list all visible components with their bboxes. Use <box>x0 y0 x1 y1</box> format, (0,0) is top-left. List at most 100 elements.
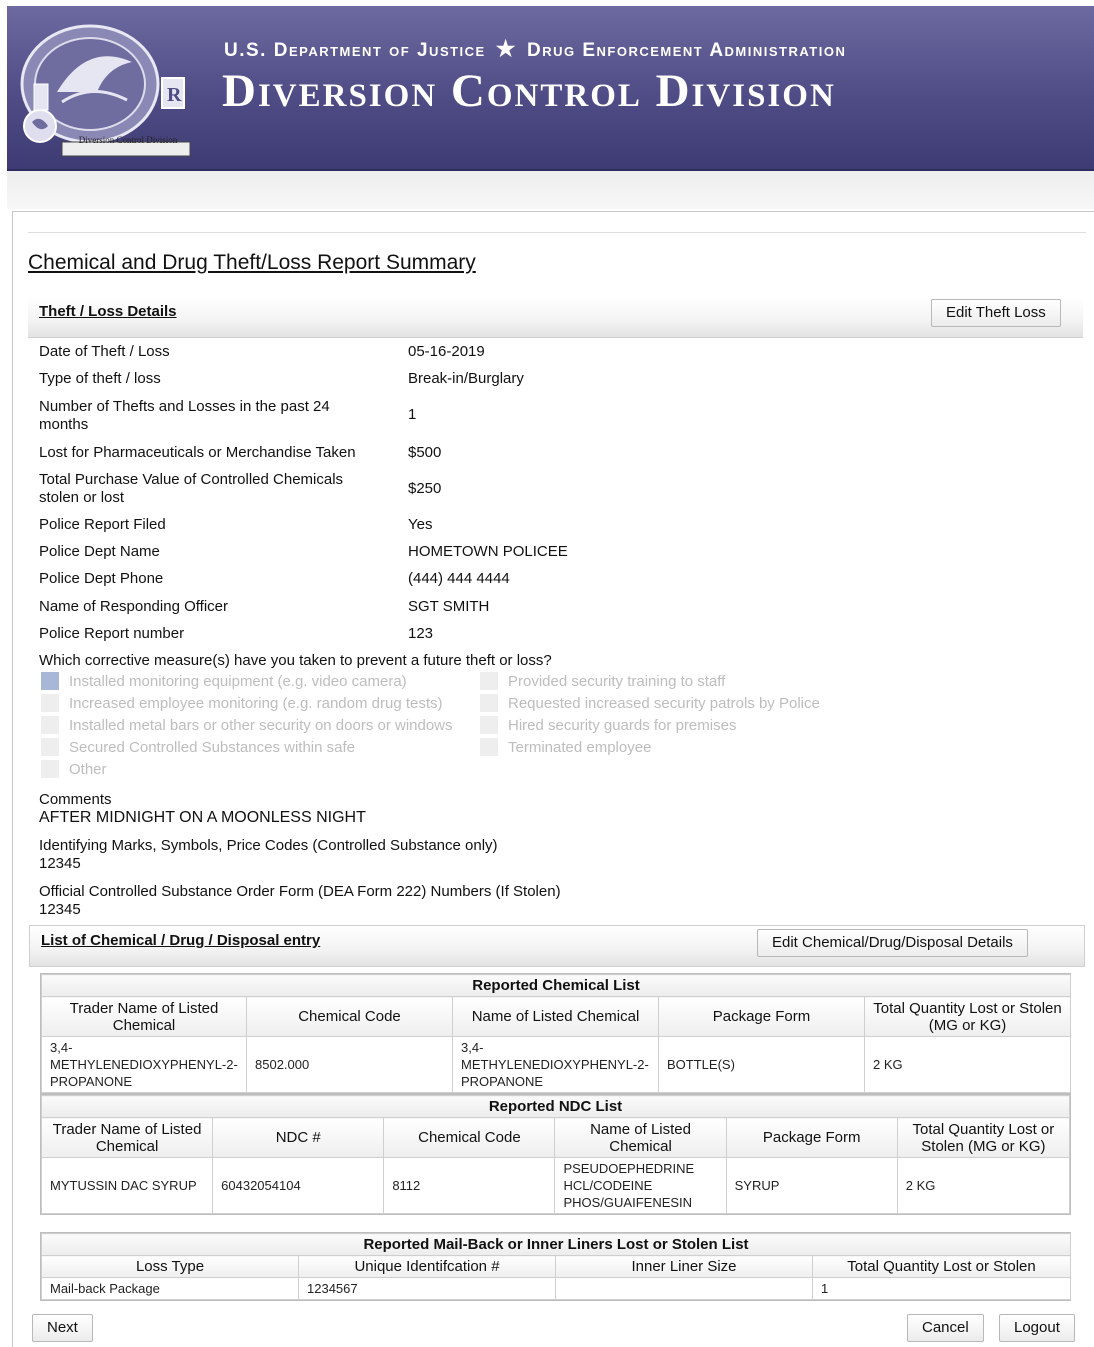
column-header: Inner Liner Size <box>555 1255 813 1278</box>
field-label-lost-pharma: Lost for Pharmaceuticals or Merchandise … <box>39 444 356 461</box>
edit-theft-loss-button[interactable]: Edit Theft Loss <box>931 299 1061 327</box>
table-cell: 2 KG <box>863 1036 1072 1093</box>
sub-agency-name: Drug Enforcement Administration <box>526 40 847 61</box>
column-header: Package Form <box>658 996 865 1037</box>
identifying-marks-value: 12345 <box>39 855 81 872</box>
checkbox[interactable] <box>41 694 59 713</box>
checkbox[interactable] <box>41 672 59 691</box>
field-value-report-number: 123 <box>408 625 434 642</box>
comments-label: Comments <box>39 791 112 808</box>
field-label-police-dept-name: Police Dept Name <box>39 543 160 560</box>
star-icon: ★ <box>495 36 517 61</box>
logout-button[interactable]: Logout <box>999 1314 1075 1342</box>
column-header: Unique Identifcation # <box>298 1255 556 1278</box>
table-cell: PSEUDOEPHEDRINE HCL/CODEINE PHOS/GUAIFEN… <box>554 1157 727 1214</box>
seal-caption: Diversion Control Division <box>78 135 178 145</box>
theft-loss-section-label: Theft / Loss Details <box>39 303 177 320</box>
nav-strip <box>7 171 1094 209</box>
checkbox[interactable] <box>480 672 498 691</box>
checkbox[interactable] <box>41 716 59 735</box>
checkbox[interactable] <box>480 694 498 713</box>
mailback-list-table: Reported Mail-Back or Inner Liners Lost … <box>40 1232 1071 1301</box>
measure-other[interactable]: Other <box>41 760 107 780</box>
field-label-thefts-count: Number of Thefts and Losses in the past … <box>39 398 330 433</box>
svg-text:R: R <box>167 84 182 106</box>
table-cell: Mail-back Package <box>41 1277 299 1300</box>
column-header: Trader Name of Listed Chemical <box>40 1117 214 1158</box>
next-button[interactable]: Next <box>32 1314 93 1342</box>
ndc-list-caption: Reported NDC List <box>41 1095 1070 1118</box>
field-label-police-report-filed: Police Report Filed <box>39 516 166 533</box>
agency-name: U.S. Department of Justice <box>224 40 486 61</box>
table-row: MYTUSSIN DAC SYRUP 60432054104 8112 PSEU… <box>40 1157 1071 1214</box>
form-222-value: 12345 <box>39 901 81 918</box>
field-label-date: Date of Theft / Loss <box>39 343 170 360</box>
column-header: Name of Listed Chemical <box>554 1117 727 1158</box>
checkbox[interactable] <box>480 716 498 735</box>
agency-line: U.S. Department of Justice ★ Drug Enforcem… <box>224 36 846 62</box>
identifying-marks-block: Identifying Marks, Symbols, Price Codes … <box>39 837 498 873</box>
ndc-list-table: Reported NDC List Trader Name of Listed … <box>40 1094 1071 1215</box>
measure-terminated-employee[interactable]: Terminated employee <box>480 738 651 758</box>
field-value-officer: SGT SMITH <box>408 598 490 615</box>
measure-security-guards[interactable]: Hired security guards for premises <box>480 716 736 736</box>
column-header: Total Quantity Lost or Stolen <box>812 1255 1071 1278</box>
site-banner: R Diversion Control Division U.S. Depart… <box>7 6 1094 171</box>
chemical-list-caption: Reported Chemical List <box>40 974 1072 997</box>
measure-monitoring-equipment[interactable]: Installed monitoring equipment (e.g. vid… <box>41 672 407 692</box>
table-cell: 60432054104 <box>212 1157 385 1214</box>
field-label-police-dept-phone: Police Dept Phone <box>39 570 164 587</box>
field-value-type: Break-in/Burglary <box>408 370 524 387</box>
column-header: Trader Name of Listed Chemical <box>41 996 247 1037</box>
table-cell: SYRUP <box>725 1157 898 1214</box>
table-cell: BOTTLE(S) <box>658 1036 865 1093</box>
column-header: Name of Listed Chemical <box>452 996 659 1037</box>
entries-section-label: List of Chemical / Drug / Disposal entry <box>41 932 321 949</box>
theft-loss-section-header: Theft / Loss Details <box>28 297 1083 338</box>
measure-metal-bars[interactable]: Installed metal bars or other security o… <box>41 716 453 736</box>
field-value-police-report-filed: Yes <box>408 516 433 533</box>
form-222-block: Official Controlled Substance Order Form… <box>39 883 561 919</box>
table-cell <box>555 1277 813 1300</box>
corrective-measures-question: Which corrective measure(s) have you tak… <box>39 652 552 669</box>
checkbox[interactable] <box>480 738 498 757</box>
table-row: 3,4-METHYLENEDIOXYPHENYL-2-PROPANONE 850… <box>41 1036 1072 1093</box>
page-title: Chemical and Drug Theft/Loss Report Summ… <box>28 251 476 274</box>
field-value-police-dept-name: HOMETOWN POLICEE <box>408 543 568 560</box>
chemical-list-table: Reported Chemical List Trader Name of Li… <box>40 973 1072 1094</box>
field-value-lost-pharma: $500 <box>408 444 442 461</box>
mailback-list-caption: Reported Mail-Back or Inner Liners Lost … <box>41 1233 1071 1256</box>
measure-secured-safe[interactable]: Secured Controlled Substances within saf… <box>41 738 355 758</box>
measure-security-training[interactable]: Provided security training to staff <box>480 672 725 692</box>
column-header: Total Quantity Lost or Stolen (MG or KG) <box>863 996 1072 1037</box>
division-title: Diversion Control Division <box>222 65 836 117</box>
field-value-police-dept-phone: (444) 444 4444 <box>408 570 510 587</box>
checkbox[interactable] <box>41 738 59 757</box>
field-value-date: 05-16-2019 <box>408 343 485 360</box>
table-cell: 8502.000 <box>246 1036 453 1093</box>
measure-employee-monitoring[interactable]: Increased employee monitoring (e.g. rand… <box>41 694 443 714</box>
table-cell: 3,4-METHYLENEDIOXYPHENYL-2-PROPANONE <box>41 1036 247 1093</box>
field-label-type: Type of theft / loss <box>39 370 161 387</box>
checkbox[interactable] <box>41 760 59 779</box>
column-header: Total Quantity Lost or Stolen (MG or KG) <box>896 1117 1071 1158</box>
form-222-label: Official Controlled Substance Order Form… <box>39 883 561 900</box>
edit-chemical-drug-disposal-button[interactable]: Edit Chemical/Drug/Disposal Details <box>757 929 1028 957</box>
column-header: Chemical Code <box>383 1117 556 1158</box>
column-header: NDC # <box>212 1117 385 1158</box>
comments-block: Comments AFTER MIDNIGHT ON A MOONLESS NI… <box>39 791 366 827</box>
divider <box>28 232 1086 233</box>
column-header: Loss Type <box>41 1255 299 1278</box>
measure-police-patrols[interactable]: Requested increased security patrols by … <box>480 694 820 714</box>
table-cell: 8112 <box>383 1157 556 1214</box>
field-value-thefts-count: 1 <box>408 406 417 423</box>
table-cell: 1 <box>812 1277 1071 1300</box>
cancel-button[interactable]: Cancel <box>907 1314 984 1342</box>
table-cell: 2 KG <box>896 1157 1071 1214</box>
table-row: Mail-back Package 1234567 1 <box>41 1277 1071 1300</box>
table-cell: MYTUSSIN DAC SYRUP <box>40 1157 214 1214</box>
field-value-purchase-value: $250 <box>408 480 442 497</box>
field-label-report-number: Police Report number <box>39 625 185 642</box>
column-header: Chemical Code <box>246 996 453 1037</box>
table-cell: 3,4-METHYLENEDIOXYPHENYL-2-PROPANONE <box>452 1036 659 1093</box>
